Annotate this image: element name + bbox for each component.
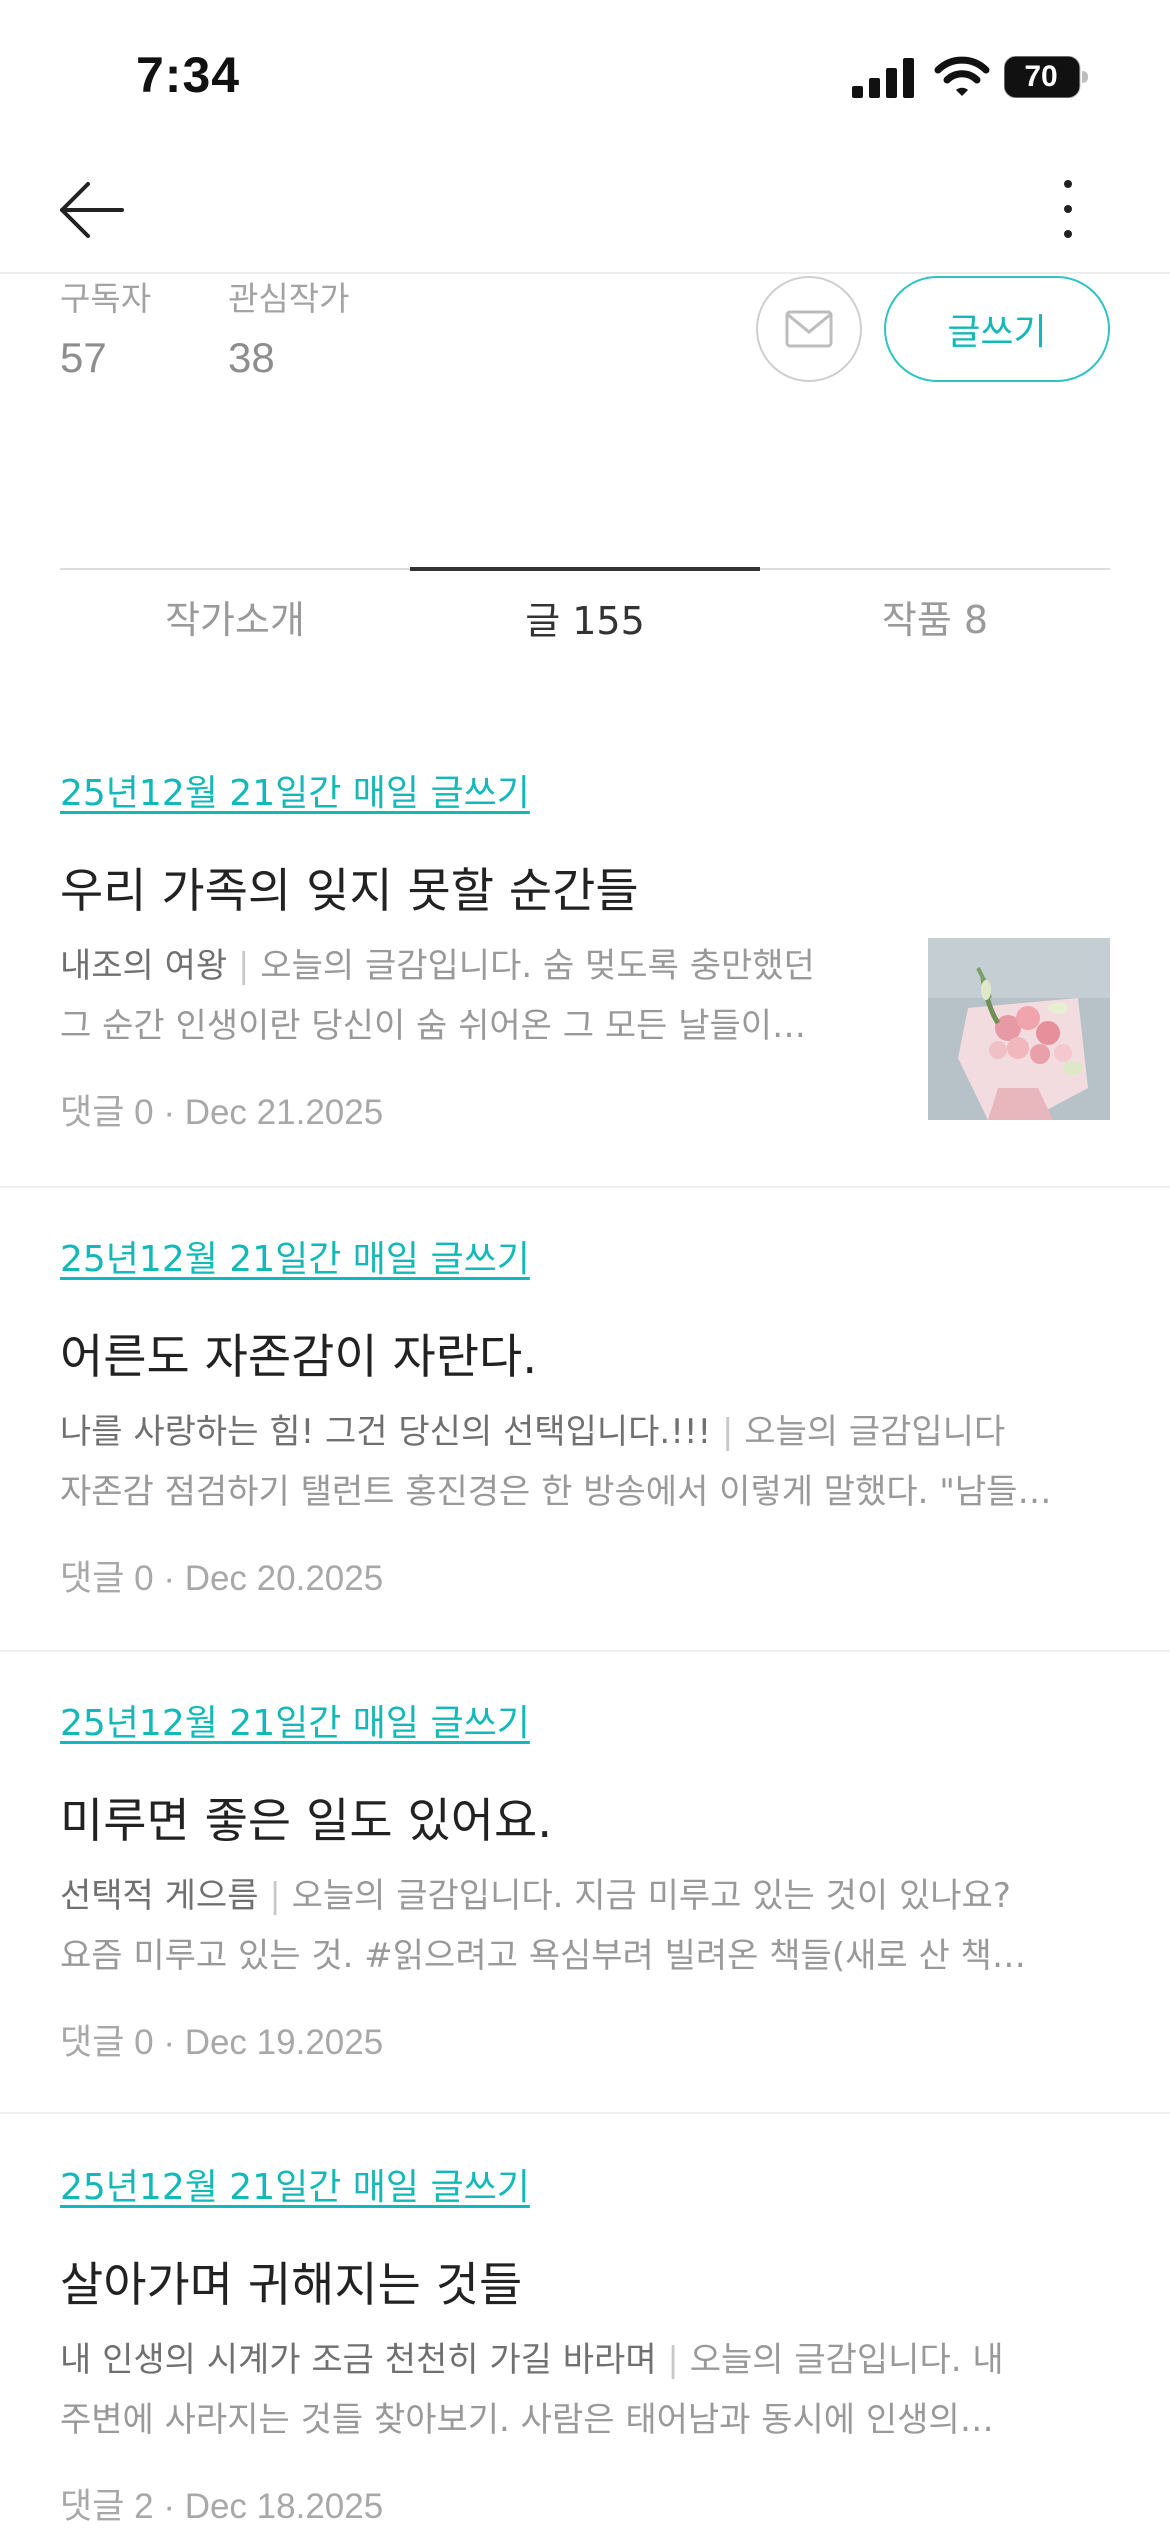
- more-options-icon[interactable]: [1050, 174, 1086, 244]
- post-thumbnail[interactable]: [928, 938, 1110, 1120]
- post-meta: 댓글 2 · Dec 18.2025: [60, 2487, 384, 2526]
- profile-tabs: 작가소개 글 155 작품 8: [60, 567, 1110, 680]
- message-button[interactable]: [756, 276, 862, 382]
- excerpt-text: 오늘의 글감입니다. 내: [678, 2340, 1004, 2380]
- magazine-link[interactable]: 25년12월 21일간 매일 글쓰기: [60, 2158, 530, 2210]
- wifi-icon: [934, 56, 990, 96]
- battery-level: 70: [1024, 60, 1058, 93]
- status-bar: 7:34 70: [0, 0, 1170, 150]
- cellular-signal-icon: [852, 58, 914, 98]
- post-excerpt: 내조의 여왕 | 오늘의 글감입니다. 숨 멎도록 충만했던 그 순간 인생이란…: [60, 936, 870, 1056]
- post-title[interactable]: 미루면 좋은 일도 있어요.: [60, 1782, 552, 1851]
- separator: |: [667, 2340, 679, 2380]
- post-meta: 댓글 0 · Dec 21.2025: [60, 1093, 384, 1132]
- envelope-icon: [785, 310, 833, 348]
- post-meta: 댓글 0 · Dec 20.2025: [60, 1559, 384, 1598]
- write-button[interactable]: 글쓰기: [884, 276, 1110, 382]
- subscribers-label: 구독자: [60, 279, 152, 318]
- tab-works[interactable]: 작품 8: [760, 570, 1110, 680]
- post-excerpt: 내 인생의 시계가 조금 천천히 가길 바라며 | 오늘의 글감입니다. 내 주…: [60, 2330, 1110, 2450]
- tab-author-intro[interactable]: 작가소개: [60, 570, 410, 680]
- subscribers-count: 57: [60, 334, 107, 381]
- separator: |: [238, 946, 250, 986]
- post-meta: 댓글 0 · Dec 19.2025: [60, 2023, 384, 2062]
- magazine-link[interactable]: 25년12월 21일간 매일 글쓰기: [60, 764, 530, 816]
- subscribers-stat[interactable]: 구독자 57: [60, 272, 151, 382]
- excerpt-text: 오늘의 글감입니다. 숨 멎도록 충만했던: [249, 946, 815, 986]
- separator: |: [269, 1876, 281, 1916]
- magazine-link[interactable]: 25년12월 21일간 매일 글쓰기: [60, 1694, 530, 1746]
- excerpt-text: 자존감 점검하기 탤런트 홍진경은 한 방송에서 이렇게 말했다. "남들…: [60, 1472, 1052, 1512]
- tab-posts[interactable]: 글 155: [410, 567, 760, 677]
- post-subtitle: 선택적 게으름: [60, 1876, 259, 1916]
- divider: [0, 1650, 1170, 1652]
- divider: [0, 1186, 1170, 1188]
- post-excerpt: 선택적 게으름 | 오늘의 글감입니다. 지금 미루고 있는 것이 있나요? 요…: [60, 1866, 1110, 1986]
- post-title[interactable]: 우리 가족의 잊지 못할 순간들: [60, 852, 639, 921]
- divider: [0, 2112, 1170, 2114]
- following-count: 38: [228, 334, 275, 381]
- separator: |: [721, 1412, 734, 1452]
- top-nav-bar: [0, 150, 1170, 274]
- post-subtitle: 나를 사랑하는 힘! 그건 당신의 선택입니다.!!!: [60, 1412, 712, 1452]
- excerpt-text: 그 순간 인생이란 당신이 숨 쉬어온 그 모든 날들이…: [60, 1006, 807, 1046]
- post-excerpt: 나를 사랑하는 힘! 그건 당신의 선택입니다.!!! | 오늘의 글감입니다 …: [60, 1402, 1110, 1522]
- status-time: 7:34: [136, 47, 241, 103]
- excerpt-text: 요즘 미루고 있는 것. #읽으려고 욕심부려 빌려온 책들(새로 산 책…: [60, 1936, 1026, 1976]
- excerpt-text: 오늘의 글감입니다. 지금 미루고 있는 것이 있나요?: [280, 1876, 1011, 1916]
- post-title[interactable]: 어른도 자존감이 자란다.: [60, 1318, 537, 1387]
- following-stat[interactable]: 관심작가 38: [228, 272, 349, 382]
- post-subtitle: 내조의 여왕: [60, 946, 228, 986]
- excerpt-text: 오늘의 글감입니다: [733, 1412, 1006, 1452]
- excerpt-text: 주변에 사라지는 것들 찾아보기. 사람은 태어남과 동시에 인생의…: [60, 2400, 994, 2440]
- back-arrow-icon[interactable]: [58, 178, 126, 242]
- post-title[interactable]: 살아가며 귀해지는 것들: [60, 2246, 522, 2315]
- following-label: 관심작가: [228, 279, 350, 318]
- magazine-link[interactable]: 25년12월 21일간 매일 글쓰기: [60, 1230, 530, 1282]
- post-subtitle: 내 인생의 시계가 조금 천천히 가길 바라며: [60, 2340, 657, 2380]
